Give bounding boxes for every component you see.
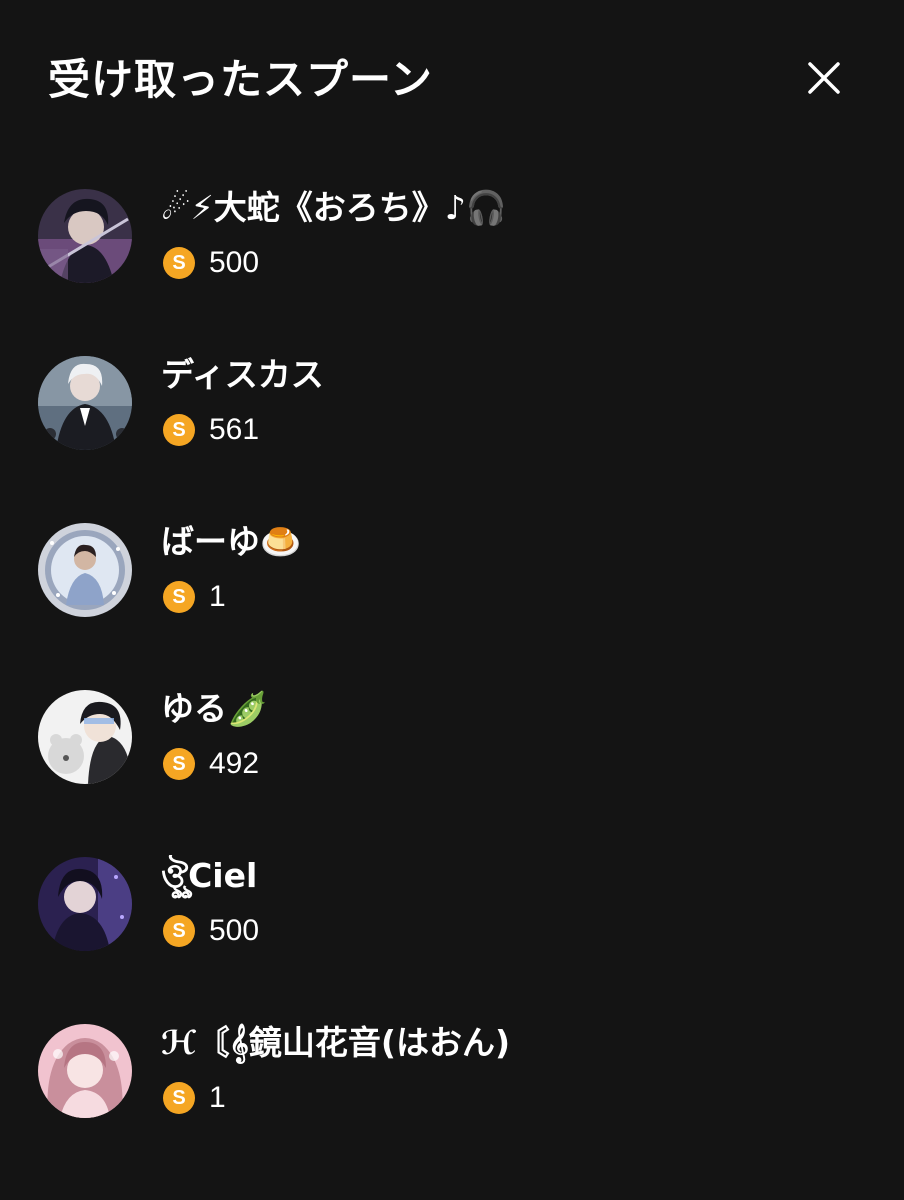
avatar[interactable] xyxy=(38,356,132,450)
list-item[interactable]: ঔৣCiel S 500 xyxy=(0,853,904,953)
avatar[interactable] xyxy=(38,857,132,951)
user-name: ℋ〘𝄞鏡山花音(はおん) xyxy=(161,1023,511,1062)
list-item[interactable]: ☄⚡大蛇《おろち》♪🎧 S 500 xyxy=(0,185,904,285)
spoon-coin-icon: S xyxy=(163,581,195,613)
list-item[interactable]: ばーゆ🍮 S 1 xyxy=(0,519,904,619)
avatar[interactable] xyxy=(38,1024,132,1118)
list-item[interactable]: ディスカス S 561 xyxy=(0,352,904,452)
avatar[interactable] xyxy=(38,189,132,283)
spoon-amount: S 1 xyxy=(163,579,226,615)
spoon-coin-icon: S xyxy=(163,748,195,780)
page-title: 受け取ったスプーン xyxy=(48,55,433,104)
amount-value: 492 xyxy=(209,747,260,780)
amount-value: 1 xyxy=(209,580,226,613)
spoon-amount: S 500 xyxy=(163,245,259,281)
amount-value: 500 xyxy=(209,246,260,279)
spoon-amount: S 500 xyxy=(163,913,259,949)
spoon-amount: S 561 xyxy=(163,412,259,448)
user-name: ゆる🫛 xyxy=(161,689,269,728)
spoon-coin-icon: S xyxy=(163,915,195,947)
user-name: ঔৣCiel xyxy=(161,856,258,895)
spoon-coin-icon: S xyxy=(163,247,195,279)
amount-value: 561 xyxy=(209,413,260,446)
spoon-amount: S 1 xyxy=(163,1080,226,1116)
avatar[interactable] xyxy=(38,690,132,784)
close-icon[interactable] xyxy=(800,54,848,102)
spoon-amount: S 492 xyxy=(163,746,259,782)
close-button[interactable] xyxy=(800,54,848,102)
user-name: ばーゆ🍮 xyxy=(161,522,302,561)
list-item[interactable]: ゆる🫛 S 492 xyxy=(0,686,904,786)
user-name: ☄⚡大蛇《おろち》♪🎧 xyxy=(161,188,507,227)
avatar[interactable] xyxy=(38,523,132,617)
list-item[interactable]: ℋ〘𝄞鏡山花音(はおん) S 1 xyxy=(0,1020,904,1120)
amount-value: 1 xyxy=(209,1081,226,1114)
user-name: ディスカス xyxy=(161,355,324,394)
amount-value: 500 xyxy=(209,914,260,947)
spoon-coin-icon: S xyxy=(163,1082,195,1114)
spoon-coin-icon: S xyxy=(163,414,195,446)
modal-header: 受け取ったスプーン xyxy=(0,0,904,150)
